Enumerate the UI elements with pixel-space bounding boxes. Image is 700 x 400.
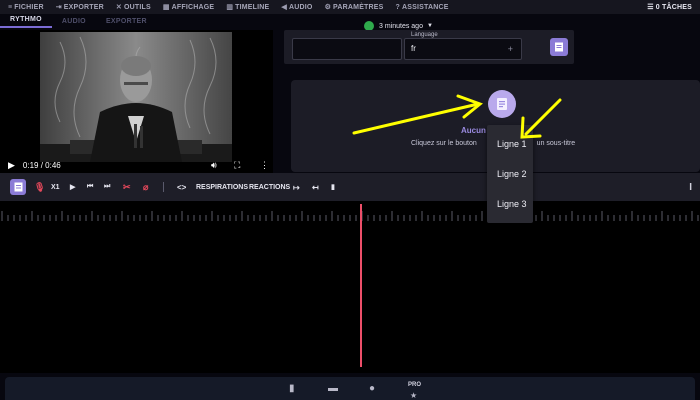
menu-affichage-label: AFFICHAGE — [171, 3, 215, 11]
sliders-icon: ⚙ — [324, 4, 332, 11]
menu-outils[interactable]: ✕ OUTILS — [115, 3, 151, 12]
line-dropdown: Ligne 1 Ligne 2 Ligne 3 — [487, 125, 533, 223]
subtitle-list-button[interactable] — [10, 179, 26, 195]
language-value: fr — [411, 44, 416, 53]
dropdown-item-line-2[interactable]: Ligne 2 — [497, 169, 527, 179]
display-icon: ▦ — [162, 4, 170, 11]
rythmo-band[interactable] — [0, 201, 700, 373]
timeline-icon: ▥ — [226, 4, 234, 11]
export-icon: ⇥ — [55, 4, 62, 11]
video-frame — [40, 32, 232, 162]
menu-parametres-label: PARAMÈTRES — [333, 3, 384, 11]
language-label: Language — [409, 32, 440, 38]
arrow-left-right-icon[interactable]: ↤ — [312, 173, 319, 201]
menu-timeline-label: TIMELINE — [235, 3, 270, 11]
menu-assistance-label: ASSISTANCE — [402, 3, 449, 11]
book-icon[interactable]: ▮ — [289, 383, 295, 394]
empty-state-hint-start: Cliquez sur le bouton — [411, 140, 477, 147]
subtitle-file-button[interactable] — [550, 38, 568, 56]
playhead[interactable] — [360, 204, 362, 367]
cut-icon[interactable]: ✂︎ — [123, 173, 131, 201]
skip-forward-icon[interactable]: ⏭ — [104, 173, 110, 201]
play-icon[interactable]: ▶ — [70, 173, 75, 201]
tasks-label: 0 TÂCHES — [655, 3, 692, 11]
volume-icon[interactable]: 🔊︎ — [211, 160, 217, 171]
help-icon: ? — [395, 3, 401, 11]
respirations-button[interactable]: RESPIRATIONS — [196, 173, 248, 201]
folder-icon[interactable]: ▬ — [328, 383, 338, 394]
language-panel: Language fr + — [284, 30, 574, 64]
mute-mic-icon[interactable]: ⌀ — [143, 173, 148, 201]
video-time: 0:19 / 0:46 — [22, 160, 61, 170]
speed-button[interactable]: X1 — [51, 173, 60, 201]
pro-label: PRO — [408, 382, 422, 388]
menu-exporter[interactable]: ⇥ EXPORTER — [55, 3, 104, 12]
skip-back-icon[interactable]: ⏮ — [87, 173, 93, 201]
speaker-icon: ◀ — [281, 4, 287, 11]
menu-assistance[interactable]: ? ASSISTANCE — [396, 4, 449, 11]
reactions-button[interactable]: REACTIONS — [249, 173, 290, 201]
dropdown-item-line-1[interactable]: Ligne 1 — [497, 139, 527, 149]
code-icon[interactable]: <> — [177, 173, 186, 201]
menu-parametres[interactable]: ⚙ PARAMÈTRES — [324, 3, 384, 12]
language-select[interactable]: Language fr + — [404, 32, 522, 60]
autosave-text: 3 minutes ago — [379, 22, 423, 30]
video-controls: ▶ 0:19 / 0:46 🔊︎ ⛶ ⋮ — [0, 155, 273, 175]
menu-audio[interactable]: ◀ AUDIO — [281, 3, 313, 12]
tasks-button[interactable]: ☰ 0 TÂCHES — [647, 0, 692, 14]
document-icon — [14, 182, 22, 192]
timeline-ruler — [1, 211, 699, 221]
bottom-navigation: ▮ ▬ ● PRO ★ — [5, 377, 695, 400]
rythmo-toolbar: 🎙︎ X1 ▶ ⏮ ⏭ ✂︎ ⌀ <> RESPIRATIONS REACTIO… — [0, 173, 700, 201]
tasks-icon: ☰ — [647, 4, 654, 11]
play-icon[interactable]: ▶ — [8, 160, 15, 171]
text-cursor-icon[interactable]: I — [689, 182, 692, 193]
menu-icon: ≡ — [8, 3, 13, 11]
microphone-icon[interactable]: 🎙︎ — [34, 173, 45, 201]
video-player[interactable]: ▶ 0:19 / 0:46 🔊︎ ⛶ ⋮ — [0, 30, 273, 175]
tab-audio[interactable]: AUDIO — [52, 18, 96, 28]
document-icon — [555, 42, 563, 52]
trash-icon[interactable]: ▮ — [331, 173, 335, 201]
mode-tabs: RYTHMO AUDIO EXPORTER — [0, 14, 157, 28]
menu-audio-label: AUDIO — [289, 3, 313, 11]
toolbar-divider — [163, 182, 164, 192]
menu-bar: ≡ FICHIER ⇥ EXPORTER ✕ OUTILS ▦ AFFICHAGE ▥ T… — [0, 0, 700, 14]
tools-icon: ✕ — [115, 4, 122, 11]
add-subtitle-button[interactable] — [488, 90, 516, 118]
menu-timeline[interactable]: ▥ TIMELINE — [226, 3, 270, 12]
menu-exporter-label: EXPORTER — [63, 3, 104, 11]
arrow-right-bar-icon[interactable]: ↦ — [293, 173, 300, 201]
subtitle-name-input[interactable] — [292, 38, 402, 60]
more-options-icon[interactable]: ⋮ — [260, 160, 269, 171]
add-icon[interactable]: + — [508, 44, 513, 54]
chevron-down-icon: ▼ — [426, 23, 433, 29]
menu-fichier[interactable]: ≡ FICHIER — [8, 4, 44, 11]
menu-outils-label: OUTILS — [123, 3, 151, 11]
user-icon[interactable]: ● — [369, 383, 375, 394]
star-icon[interactable]: ★ — [410, 391, 417, 400]
menu-affichage[interactable]: ▦ AFFICHAGE — [162, 3, 215, 12]
tab-rythmo[interactable]: RYTHMO — [0, 16, 52, 28]
document-icon — [497, 98, 507, 110]
empty-state-hint-end: un sous-titre — [536, 140, 576, 147]
fullscreen-icon[interactable]: ⛶ — [234, 160, 240, 171]
tab-exporter[interactable]: EXPORTER — [96, 18, 157, 28]
menu-fichier-label: FICHIER — [14, 3, 44, 11]
dropdown-item-line-3[interactable]: Ligne 3 — [497, 199, 527, 209]
empty-state-title: Aucun — [461, 126, 486, 135]
